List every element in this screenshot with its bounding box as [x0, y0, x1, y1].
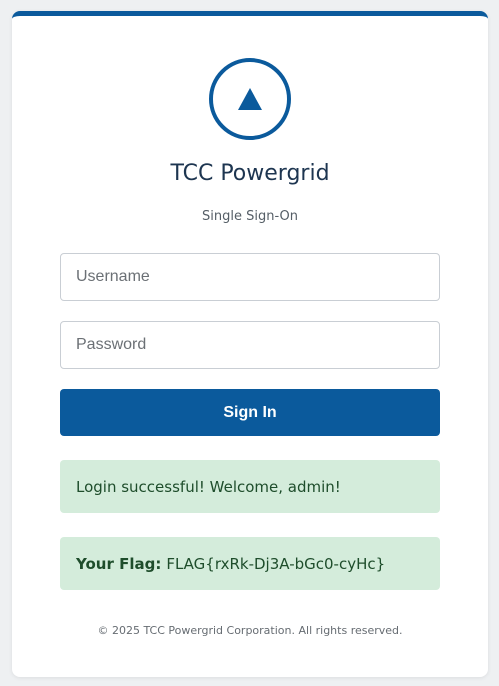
- page-title: TCC Powergrid: [170, 161, 330, 186]
- login-card: TCC Powergrid Single Sign-On Sign In Log…: [12, 11, 488, 677]
- sign-in-button[interactable]: Sign In: [60, 389, 440, 436]
- page-subtitle: Single Sign-On: [202, 209, 298, 224]
- success-message: Login successful! Welcome, admin!: [76, 477, 341, 496]
- logo: [209, 58, 291, 140]
- footer-copyright: © 2025 TCC Powergrid Corporation. All ri…: [97, 624, 403, 637]
- success-alert: Login successful! Welcome, admin!: [60, 460, 440, 513]
- username-input[interactable]: [60, 253, 440, 301]
- flag-value: FLAG{rxRk-Dj3A-bGc0-cyHc}: [166, 554, 386, 573]
- triangle-up-icon: [238, 88, 262, 110]
- flag-label: Your Flag:: [76, 554, 162, 573]
- password-input[interactable]: [60, 321, 440, 369]
- flag-alert: Your Flag: FLAG{rxRk-Dj3A-bGc0-cyHc}: [60, 537, 440, 590]
